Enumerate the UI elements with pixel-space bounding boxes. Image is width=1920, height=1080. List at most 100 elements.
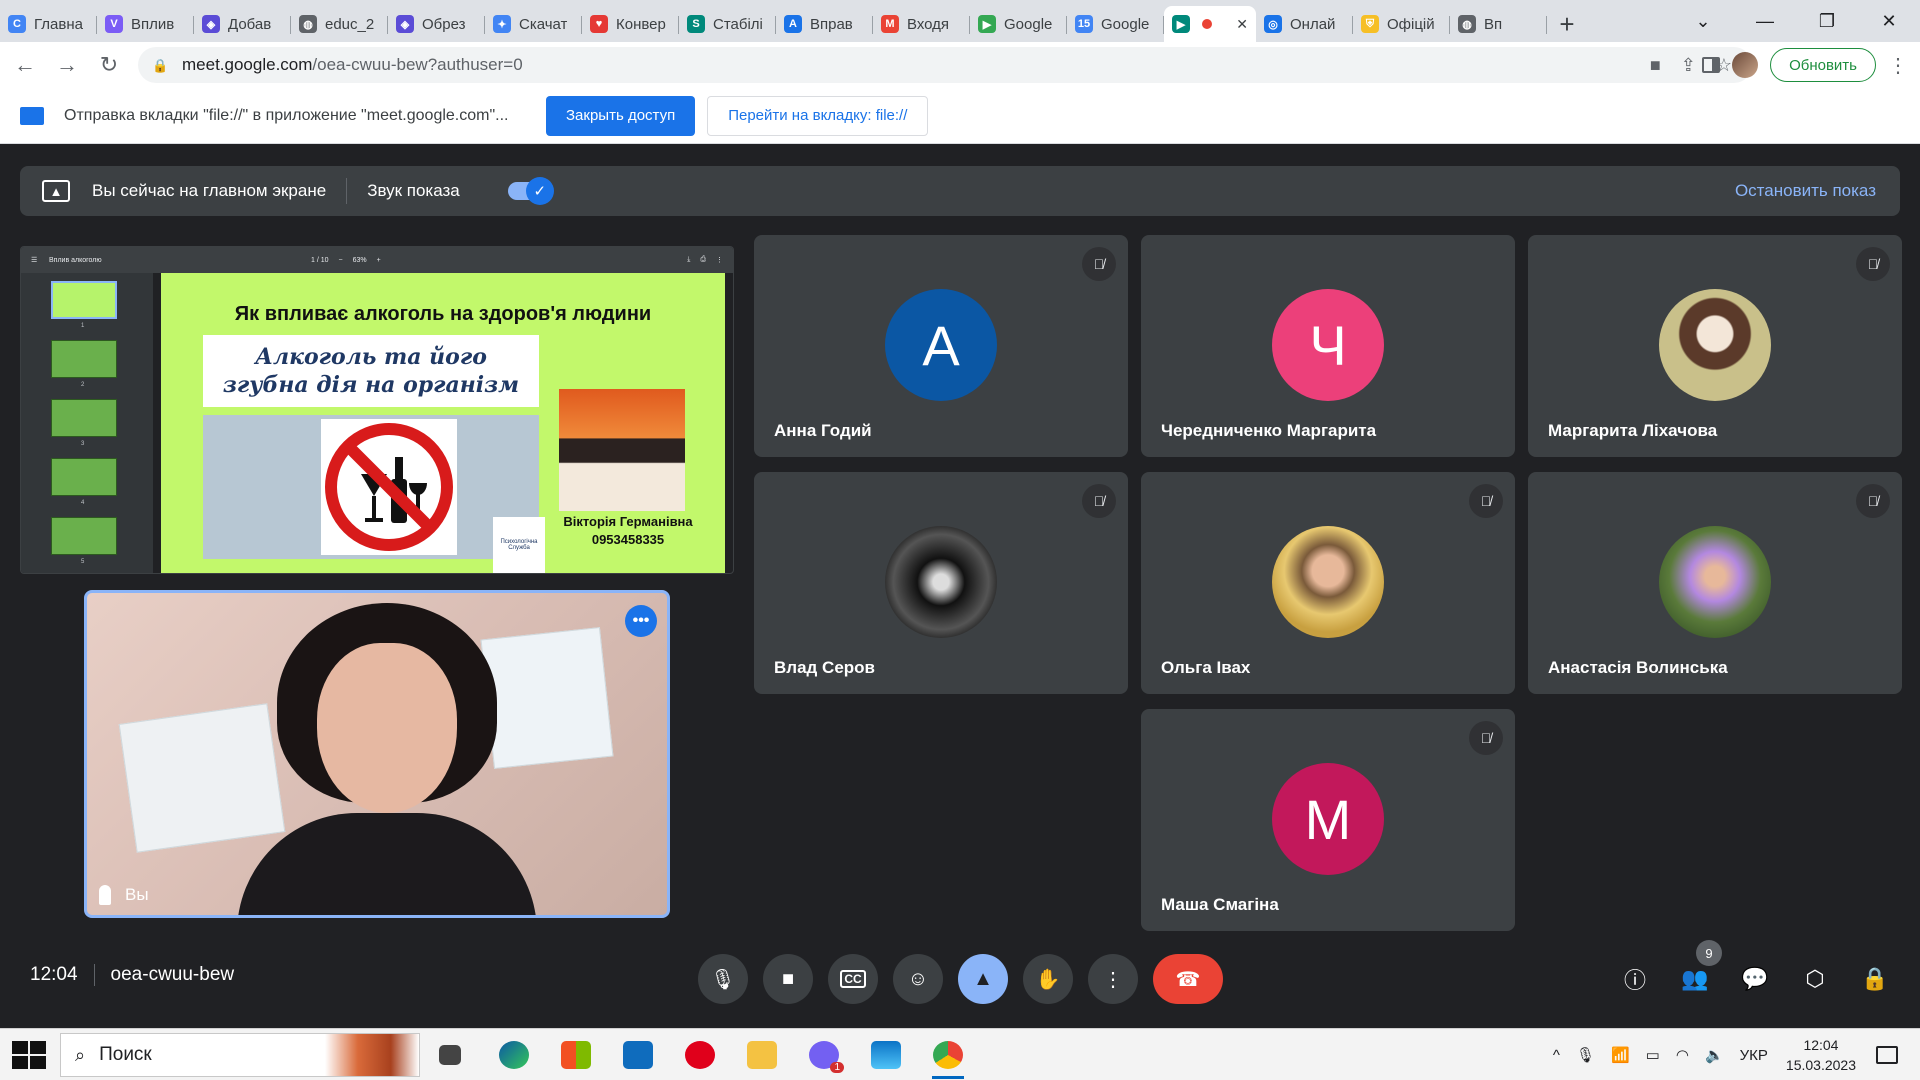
forward-button[interactable]: → — [50, 48, 84, 82]
participant-name: Чередниченко Маргарита — [1161, 421, 1377, 440]
presentation-preview[interactable]: ☰ Вплив алкоголю 1 / 10 − 63% + ⤓ ⎙ ⋮ 1 2… — [20, 246, 734, 574]
tab[interactable]: C Главна — [0, 6, 97, 42]
tab-label: Скачат — [519, 15, 568, 33]
tab-search-icon[interactable]: ⌄ — [1672, 0, 1734, 42]
viber-icon[interactable]: 1 — [802, 1037, 846, 1073]
tab[interactable]: ♥ Конвер — [582, 6, 679, 42]
camera-button[interactable]: ■ — [763, 954, 813, 1004]
maximize-button[interactable]: ❐ — [1796, 0, 1858, 42]
mail-icon[interactable] — [616, 1037, 660, 1073]
tab[interactable]: ✦ Скачат — [485, 6, 582, 42]
taskbar-clock[interactable]: 12:04 15.03.2023 — [1786, 1035, 1856, 1075]
update-button[interactable]: Обновить — [1770, 48, 1876, 82]
back-button[interactable]: ← — [8, 48, 42, 82]
edge-icon[interactable] — [492, 1037, 536, 1073]
thumbnail-sidebar: 1 2 3 4 5 — [21, 273, 153, 573]
self-view-more-button[interactable]: ••• — [625, 605, 657, 637]
participant-tile[interactable]: 🎙̸ Маргарита Ліхачова — [1528, 235, 1902, 457]
tab[interactable]: ◍ Вп — [1450, 6, 1547, 42]
tab[interactable]: ◎ Онлай — [1256, 6, 1353, 42]
participant-tile[interactable]: 🎙̸ Анастасія Волинська — [1528, 472, 1902, 694]
raise-hand-button[interactable]: ✋ — [1023, 954, 1073, 1004]
minimize-button[interactable]: — — [1734, 0, 1796, 42]
participant-tile[interactable]: 🎙̸ А Анна Годий — [754, 235, 1128, 457]
slide-thumbnail[interactable] — [51, 340, 117, 378]
address-bar[interactable]: 🔒 meet.google.com/oea-cwuu-bew?authuser=… — [138, 47, 1752, 83]
share-icon[interactable]: ⇪ — [1681, 55, 1696, 76]
profile-avatar[interactable] — [1732, 52, 1759, 78]
tab[interactable]: ◈ Добав — [194, 6, 291, 42]
chat-button[interactable]: 💬 — [1738, 962, 1772, 996]
participant-avatar: Ч — [1272, 289, 1384, 401]
participant-tile[interactable]: Ч Чередниченко Маргарита — [1141, 235, 1515, 457]
captions-button[interactable]: CC — [828, 954, 878, 1004]
chrome-icon[interactable] — [926, 1037, 970, 1079]
meeting-info: 12:04 oea-cwuu-bew — [30, 964, 234, 986]
tab[interactable]: ▶ Google — [970, 6, 1067, 42]
leave-call-button[interactable]: ☎ — [1153, 954, 1223, 1004]
participant-tile[interactable]: 🎙̸ М Маша Смагіна — [1141, 709, 1515, 931]
stop-presenting-button[interactable]: Остановить показ — [1735, 181, 1876, 201]
host-controls-button[interactable]: 🔒 — [1858, 962, 1892, 996]
people-button[interactable]: 👥 — [1678, 962, 1712, 996]
volume-icon[interactable]: 🔈 — [1705, 1046, 1724, 1064]
slide-thumbnail[interactable] — [51, 399, 117, 437]
meeting-code[interactable]: oea-cwuu-bew — [111, 964, 235, 986]
tab[interactable]: ◈ Обрез — [388, 6, 485, 42]
thumbnail-number: 1 — [81, 323, 85, 329]
stop-sharing-button[interactable]: Закрыть доступ — [546, 95, 696, 136]
activities-button[interactable]: ⬡ — [1798, 962, 1832, 996]
side-panel-icon[interactable] — [1702, 57, 1721, 73]
tab[interactable]: ◍ educ_2 — [291, 6, 388, 42]
menu-kebab-icon[interactable]: ⋮ — [1888, 53, 1908, 78]
tab-active[interactable]: ▶ ✕ — [1164, 6, 1256, 42]
emoji-icon: ☺ — [907, 967, 929, 990]
file-explorer-icon[interactable] — [740, 1037, 784, 1073]
tab[interactable]: S Стабілі — [679, 6, 776, 42]
url-text[interactable]: meet.google.com/oea-cwuu-bew?authuser=0 — [182, 55, 523, 75]
photos-icon[interactable] — [864, 1037, 908, 1073]
audio-toggle[interactable]: ✓ — [507, 177, 554, 205]
task-view-icon[interactable] — [428, 1037, 472, 1073]
tab[interactable]: 15 Google — [1067, 6, 1164, 42]
windows-start-icon[interactable] — [12, 1041, 46, 1069]
mic-icon[interactable]: 🎙 — [1576, 1046, 1595, 1064]
reload-button[interactable]: ↻ — [92, 48, 126, 82]
tab-favicon-icon: A — [784, 15, 802, 33]
tray-overflow-icon[interactable]: ^ — [1553, 1047, 1560, 1064]
lock-icon[interactable]: 🔒 — [152, 58, 168, 73]
slide-thumbnail[interactable] — [51, 517, 117, 555]
self-view-tile[interactable]: ••• Вы — [84, 590, 670, 918]
tab[interactable]: ⛨ Офіцій — [1353, 6, 1450, 42]
more-options-button[interactable]: ⋮ — [1088, 954, 1138, 1004]
wifi-icon[interactable]: ◠ — [1676, 1046, 1689, 1064]
close-window-button[interactable]: ✕ — [1858, 0, 1920, 42]
participant-name: Ольга Івах — [1161, 658, 1251, 677]
microphone-button[interactable]: 🎙 — [698, 954, 748, 1004]
search-icon: ⌕ — [75, 1044, 86, 1065]
tab[interactable]: A Вправ — [776, 6, 873, 42]
tab[interactable]: V Вплив — [97, 6, 194, 42]
store-icon[interactable] — [554, 1037, 598, 1073]
opera-icon[interactable] — [678, 1037, 722, 1073]
slide-thumbnail[interactable] — [51, 458, 117, 496]
language-indicator[interactable]: УКР — [1740, 1047, 1768, 1064]
tab-favicon-icon: ◈ — [396, 15, 414, 33]
participant-tile[interactable]: 🎙̸ Ольга Івах — [1141, 472, 1515, 694]
camera-in-use-icon[interactable]: ■ — [1650, 55, 1661, 76]
taskbar-search[interactable]: ⌕ Поиск — [60, 1033, 420, 1077]
pin-icon[interactable] — [99, 885, 111, 905]
meeting-details-button[interactable]: ⓘ — [1618, 962, 1652, 996]
close-tab-icon[interactable]: ✕ — [1236, 16, 1248, 33]
network-icon[interactable]: 📶 — [1611, 1046, 1630, 1064]
present-button[interactable]: ▲ — [958, 954, 1008, 1004]
slide-thumbnail[interactable] — [51, 281, 117, 319]
slide-title: Як впливає алкоголь на здоров'я людини — [234, 303, 652, 325]
participant-tile[interactable]: 🎙̸ Влад Серов — [754, 472, 1128, 694]
notifications-icon[interactable] — [1876, 1046, 1898, 1064]
battery-icon[interactable]: ▭ — [1646, 1046, 1660, 1064]
emoji-button[interactable]: ☺ — [893, 954, 943, 1004]
new-tab-button[interactable]: + — [1547, 6, 1587, 42]
tab[interactable]: M Входя — [873, 6, 970, 42]
switch-to-tab-button[interactable]: Перейти на вкладку: file:// — [707, 95, 929, 136]
